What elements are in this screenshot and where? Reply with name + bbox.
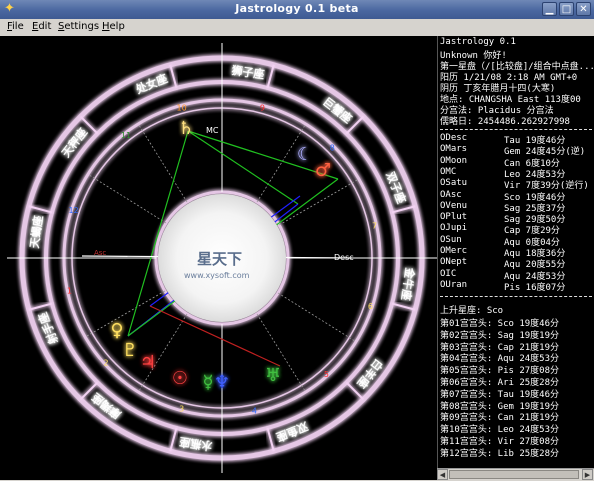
planet-position: Pis 16度07分 (504, 282, 566, 293)
planet-name: OJupi (440, 223, 468, 234)
house-number: 10 (177, 103, 187, 112)
sign-divider (169, 64, 178, 89)
zodiac-sign-label: 狮子座 (230, 62, 266, 81)
pluto-icon: ♇ (122, 340, 138, 361)
planet-name: OMoon (440, 155, 468, 166)
menu-edit[interactable]: Edit (32, 21, 51, 32)
house-number: 8 (330, 144, 335, 153)
title-bar[interactable]: ✦ Jastrology 0.1 beta ▁ □ ✕ (0, 0, 594, 20)
house-cusp-line: 第12宫宫头: Lib 25度28分 (440, 448, 560, 459)
house-cusp-line (84, 290, 166, 338)
chart-info-panel: Jastrology 0.1 Unknown 你好! 第一星盘（/[比较盘]/组合中… (437, 36, 594, 468)
planet-name: OVenu (440, 200, 468, 211)
mercury-icon: ☿ (202, 372, 213, 393)
zodiac-sign-label: 天秤座 (58, 125, 89, 160)
house-number: 4 (252, 407, 257, 416)
house-number: 5 (324, 370, 329, 379)
planet-name: ONept (440, 257, 468, 268)
house-number: 6 (368, 302, 373, 311)
info-header-line: 儒略日: 2454486.262927998 (440, 117, 570, 127)
astrology-chart[interactable]: 狮子座 巨蟹座 双子座 金牛座 白羊座 双鱼座 水瓶座 摩羯座 射手座 天蝎座 天秤座 处女座 10 9… (0, 36, 437, 480)
house-number: 11 (121, 131, 131, 140)
window-title: Jastrology 0.1 beta (235, 2, 359, 15)
sun-icon: ☉ (172, 368, 188, 389)
house-cusp-line (277, 292, 357, 343)
menu-file[interactable]: File (7, 21, 24, 32)
mars-icon: ♂ (315, 160, 331, 181)
divider (440, 296, 592, 297)
venus-icon: ♀ (110, 320, 123, 341)
sign-divider (169, 427, 178, 452)
menu-settings[interactable]: Settings (58, 21, 99, 32)
planet-name: OAsc (440, 189, 462, 200)
uranus-icon: ♅ (265, 365, 281, 386)
desc-axis-label: Desc (334, 253, 354, 262)
sign-divider (266, 64, 275, 89)
watermark-name: 星天下 (197, 250, 242, 268)
ascendant-line: 上升星座: Sco (440, 306, 504, 316)
zodiac-sign-label: 巨蟹座 (320, 94, 355, 125)
planet-name: OPlut (440, 212, 468, 223)
sign-divider (391, 302, 416, 311)
sign-divider (28, 302, 53, 311)
planet-name: OUran (440, 279, 468, 290)
menu-bar: File Edit Settings Help (0, 19, 594, 37)
house-number: 3 (179, 405, 184, 414)
divider (440, 129, 592, 130)
asc-axis-label: Asc (94, 249, 106, 257)
saturn-icon: ♄ (178, 118, 194, 139)
sign-divider (391, 205, 416, 214)
zodiac-sign-label: 水瓶座 (179, 435, 214, 453)
sign-divider (28, 205, 53, 214)
neptune-icon: ♆ (214, 372, 230, 393)
house-number: 1 (67, 286, 72, 295)
menu-help[interactable]: Help (102, 21, 125, 32)
house-number: 12 (69, 206, 79, 215)
planet-name: OMerc (440, 246, 468, 256)
scroll-left-arrow[interactable]: ◀ (437, 469, 448, 480)
planet-name: OSatu (440, 178, 468, 189)
zodiac-sign-label: 摩羯座 (89, 390, 124, 421)
house-number: 2 (104, 358, 109, 367)
watermark-url: www.xysoft.com (184, 271, 250, 280)
horizontal-scrollbar[interactable]: ◀ ▶ (437, 468, 594, 481)
house-cusp-line (87, 173, 167, 224)
scroll-thumb[interactable] (449, 470, 579, 479)
maximize-button[interactable]: □ (559, 2, 574, 16)
zodiac-sign-label: 白羊座 (354, 356, 385, 391)
jupiter-icon: ♃ (140, 352, 156, 373)
chart-svg: 狮子座巨蟹座双子座金牛座白羊座双鱼座水瓶座摩羯座射手座天蝎座天秤座处女座 10 9… (7, 43, 437, 473)
planet-name: OMC (440, 166, 457, 177)
info-header-line: Jastrology 0.1 (440, 37, 516, 47)
sign-divider (266, 427, 275, 452)
house-number: 7 (372, 222, 377, 231)
house-number: 9 (260, 103, 265, 112)
planet-name: ODesc (440, 133, 468, 143)
planet-name: OIC (440, 268, 457, 279)
app-window: ✦ Jastrology 0.1 beta ▁ □ ✕ File Edit Se… (0, 0, 594, 481)
minimize-button[interactable]: ▁ (542, 2, 557, 16)
moon-icon: ☾ (297, 144, 313, 165)
planet-name: OMars (440, 144, 468, 155)
zodiac-sign-label: 天蝎座 (27, 215, 45, 250)
scroll-right-arrow[interactable]: ▶ (582, 469, 593, 480)
close-button[interactable]: ✕ (576, 2, 591, 16)
zodiac-sign-label: 金牛座 (399, 266, 418, 302)
planet-name: OSun (440, 234, 462, 245)
mc-axis-label: MC (206, 126, 219, 135)
